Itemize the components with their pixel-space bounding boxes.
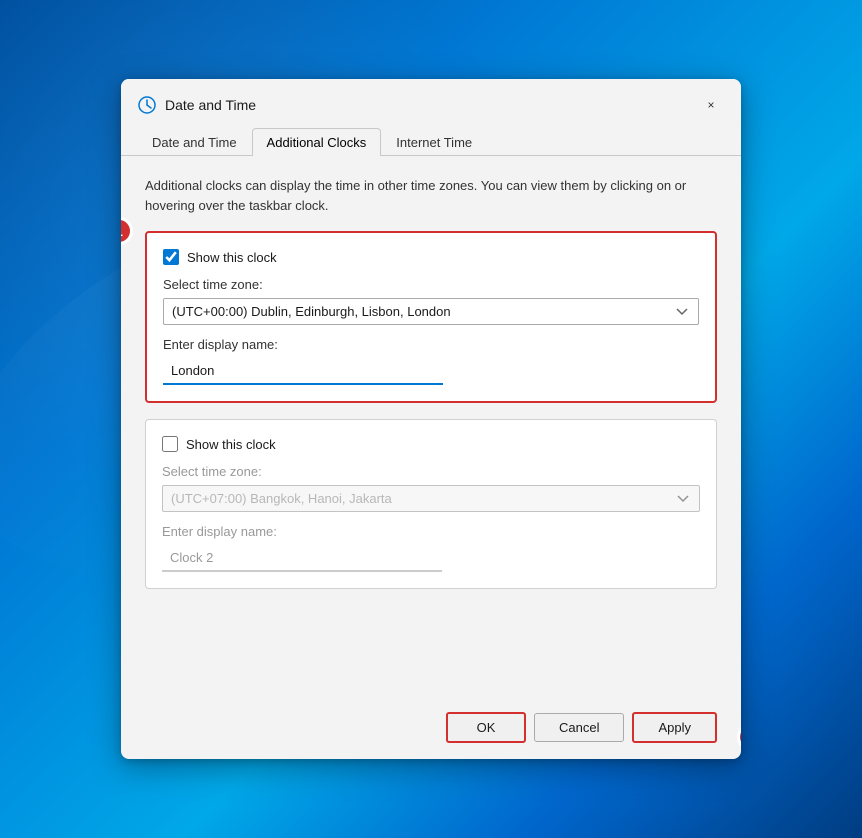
clock1-displayname-label: Enter display name: <box>163 337 699 352</box>
clock1-checkbox[interactable] <box>163 249 179 265</box>
tab-internet-time[interactable]: Internet Time <box>381 128 487 156</box>
dialog-footer: 3 OK Cancel 2 Apply <box>121 700 741 759</box>
clock2-displayname-input[interactable] <box>162 545 442 572</box>
clock1-wrapper: 1 Show this clock Select time zone: (UTC… <box>145 231 717 403</box>
badge-1: 1 <box>121 217 133 245</box>
tab-date-time[interactable]: Date and Time <box>137 128 252 156</box>
dialog-title: Date and Time <box>165 97 689 113</box>
clock1-section: Show this clock Select time zone: (UTC+0… <box>145 231 717 403</box>
clock2-timezone-label: Select time zone: <box>162 464 700 479</box>
clock2-checkbox-row: Show this clock <box>162 436 700 452</box>
description-text: Additional clocks can display the time i… <box>145 176 717 215</box>
close-button[interactable]: × <box>697 91 725 119</box>
clock2-section: Show this clock Select time zone: (UTC+0… <box>145 419 717 589</box>
tab-bar: Date and Time Additional Clocks Internet… <box>121 119 741 156</box>
clock2-checkbox[interactable] <box>162 436 178 452</box>
clock1-checkbox-row: Show this clock <box>163 249 699 265</box>
badge-2: 2 <box>737 723 741 751</box>
clock1-timezone-label: Select time zone: <box>163 277 699 292</box>
clock2-timezone-select[interactable]: (UTC+07:00) Bangkok, Hanoi, Jakarta <box>162 485 700 512</box>
clock2-wrapper: Show this clock Select time zone: (UTC+0… <box>145 419 717 589</box>
title-bar: Date and Time × <box>121 79 741 119</box>
ok-button[interactable]: OK <box>446 712 526 743</box>
clock1-show-label: Show this clock <box>187 250 277 265</box>
clock1-timezone-select[interactable]: (UTC+00:00) Dublin, Edinburgh, Lisbon, L… <box>163 298 699 325</box>
apply-button[interactable]: Apply <box>632 712 717 743</box>
dialog-icon <box>137 95 157 115</box>
clock2-displayname-label: Enter display name: <box>162 524 700 539</box>
date-time-dialog: Date and Time × Date and Time Additional… <box>121 79 741 759</box>
clock1-displayname-input[interactable] <box>163 358 443 385</box>
tab-additional-clocks[interactable]: Additional Clocks <box>252 128 382 156</box>
dialog-overlay: Date and Time × Date and Time Additional… <box>0 0 862 838</box>
clock2-show-label: Show this clock <box>186 437 276 452</box>
dialog-content: Additional clocks can display the time i… <box>121 156 741 700</box>
cancel-button[interactable]: Cancel <box>534 713 624 742</box>
